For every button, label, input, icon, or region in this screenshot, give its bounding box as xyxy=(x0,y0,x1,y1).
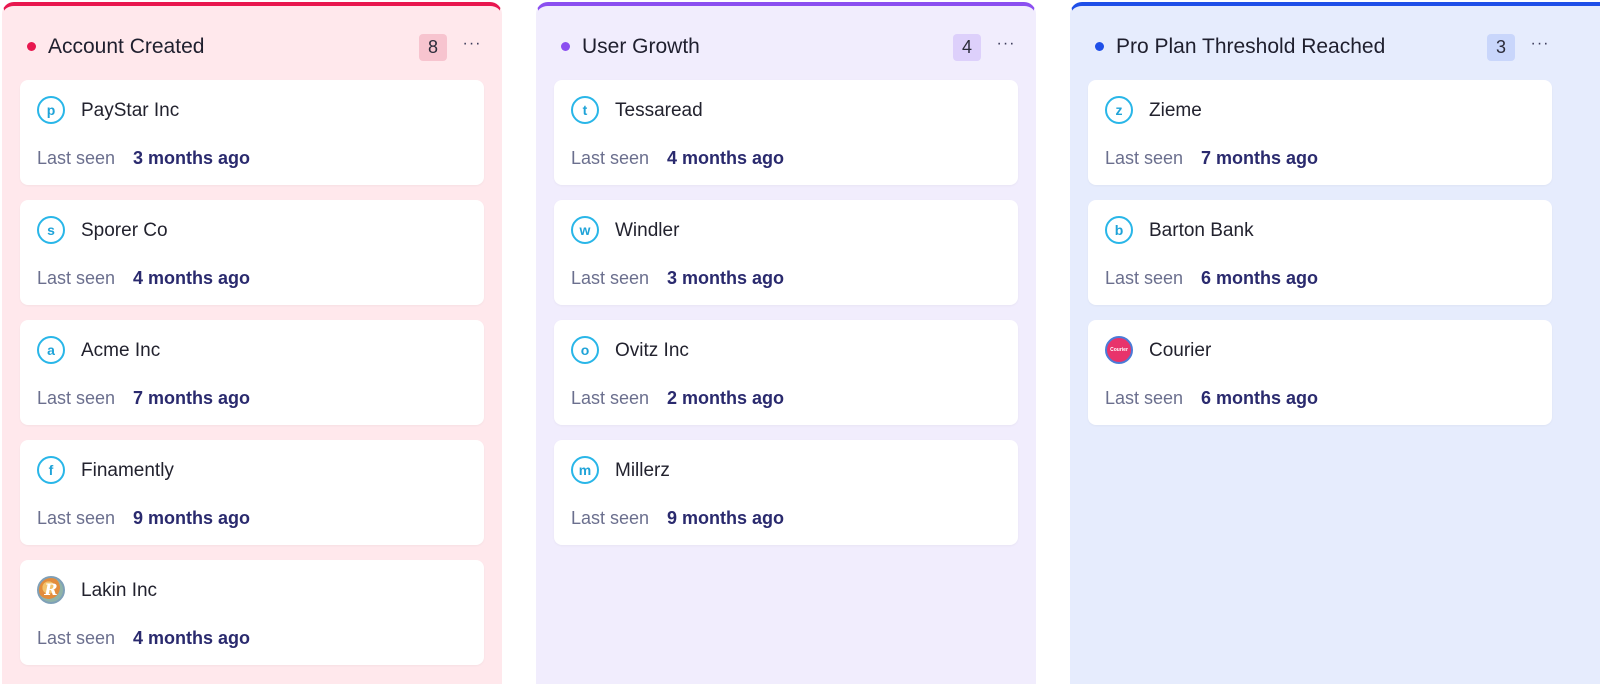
column-pro-plan-threshold-reached: Pro Plan Threshold Reached 3 ··· z Zieme… xyxy=(1070,2,1600,684)
column-header: User Growth 4 ··· xyxy=(537,6,1035,80)
last-seen-value: 9 months ago xyxy=(133,508,251,528)
last-seen-label: Last seen xyxy=(37,148,116,168)
column-title: Pro Plan Threshold Reached xyxy=(1116,35,1386,58)
last-seen-value: 9 months ago xyxy=(667,508,785,528)
column-more-options-icon[interactable]: ··· xyxy=(458,32,486,56)
company-avatar: a xyxy=(37,336,65,364)
last-seen-label: Last seen xyxy=(37,628,116,648)
company-name: PayStar Inc xyxy=(81,100,180,121)
column-title: Account Created xyxy=(48,35,205,58)
company-card[interactable]: t Tessaread Last seen 4 months ago xyxy=(554,80,1018,185)
company-avatar: t xyxy=(571,96,599,124)
lakin-logo-icon: R xyxy=(37,576,65,604)
company-avatar: w xyxy=(571,216,599,244)
last-seen-value: 7 months ago xyxy=(133,388,251,408)
company-avatar: z xyxy=(1105,96,1133,124)
column-count-badge: 4 xyxy=(953,34,981,61)
last-seen-value: 6 months ago xyxy=(1201,268,1319,288)
company-name: Zieme xyxy=(1149,100,1202,121)
company-name: Tessaread xyxy=(615,100,703,121)
company-avatar: o xyxy=(571,336,599,364)
column-header: Account Created 8 ··· xyxy=(3,6,501,80)
last-seen-label: Last seen xyxy=(37,268,116,288)
last-seen-value: 6 months ago xyxy=(1201,388,1319,408)
column-user-growth: User Growth 4 ··· t Tessaread Last seen … xyxy=(536,2,1036,684)
company-name: Millerz xyxy=(615,460,670,481)
company-name: Sporer Co xyxy=(81,220,168,241)
company-avatar: b xyxy=(1105,216,1133,244)
last-seen-label: Last seen xyxy=(37,508,116,528)
company-card[interactable]: f Finamently Last seen 9 months ago xyxy=(20,440,484,545)
company-avatar: s xyxy=(37,216,65,244)
company-name: Windler xyxy=(615,220,680,241)
company-name: Finamently xyxy=(81,460,174,481)
last-seen-label: Last seen xyxy=(1105,268,1184,288)
last-seen-label: Last seen xyxy=(1105,388,1184,408)
company-card[interactable]: s Sporer Co Last seen 4 months ago xyxy=(20,200,484,305)
company-card[interactable]: z Zieme Last seen 7 months ago xyxy=(1088,80,1552,185)
company-name: Ovitz Inc xyxy=(615,340,689,361)
company-card[interactable]: b Barton Bank Last seen 6 months ago xyxy=(1088,200,1552,305)
last-seen-label: Last seen xyxy=(571,268,650,288)
column-title: User Growth xyxy=(582,35,700,58)
column-account-created: Account Created 8 ··· p PayStar Inc Last… xyxy=(2,2,502,684)
last-seen-value: 7 months ago xyxy=(1201,148,1319,168)
company-card[interactable]: a Acme Inc Last seen 7 months ago xyxy=(20,320,484,425)
pipeline-board: Account Created 8 ··· p PayStar Inc Last… xyxy=(0,0,1600,684)
company-name: Barton Bank xyxy=(1149,220,1254,241)
company-name: Courier xyxy=(1149,340,1212,361)
last-seen-value: 2 months ago xyxy=(667,388,785,408)
company-card[interactable]: R Lakin Inc Last seen 4 months ago xyxy=(20,560,484,665)
column-header: Pro Plan Threshold Reached 3 ··· xyxy=(1071,6,1600,80)
column-more-options-icon[interactable]: ··· xyxy=(992,32,1020,56)
status-dot-icon xyxy=(27,42,36,51)
company-card[interactable]: Courier Courier Last seen 6 months ago xyxy=(1088,320,1552,425)
column-more-options-icon[interactable]: ··· xyxy=(1526,32,1554,56)
company-card[interactable]: m Millerz Last seen 9 months ago xyxy=(554,440,1018,545)
last-seen-label: Last seen xyxy=(571,148,650,168)
last-seen-value: 3 months ago xyxy=(667,268,785,288)
column-count-badge: 3 xyxy=(1487,34,1515,61)
company-name: Lakin Inc xyxy=(81,580,158,601)
column-count-badge: 8 xyxy=(419,34,447,61)
last-seen-value: 4 months ago xyxy=(133,268,251,288)
last-seen-value: 4 months ago xyxy=(133,628,251,648)
last-seen-label: Last seen xyxy=(37,388,116,408)
company-card[interactable]: w Windler Last seen 3 months ago xyxy=(554,200,1018,305)
last-seen-label: Last seen xyxy=(571,508,650,528)
company-avatar: m xyxy=(571,456,599,484)
company-card[interactable]: p PayStar Inc Last seen 3 months ago xyxy=(20,80,484,185)
company-name: Acme Inc xyxy=(81,340,161,361)
status-dot-icon xyxy=(1095,42,1104,51)
courier-logo-icon: Courier xyxy=(1105,336,1133,364)
company-card[interactable]: o Ovitz Inc Last seen 2 months ago xyxy=(554,320,1018,425)
last-seen-value: 3 months ago xyxy=(133,148,251,168)
last-seen-label: Last seen xyxy=(1105,148,1184,168)
company-avatar: p xyxy=(37,96,65,124)
status-dot-icon xyxy=(561,42,570,51)
last-seen-value: 4 months ago xyxy=(667,148,785,168)
company-avatar: f xyxy=(37,456,65,484)
last-seen-label: Last seen xyxy=(571,388,650,408)
